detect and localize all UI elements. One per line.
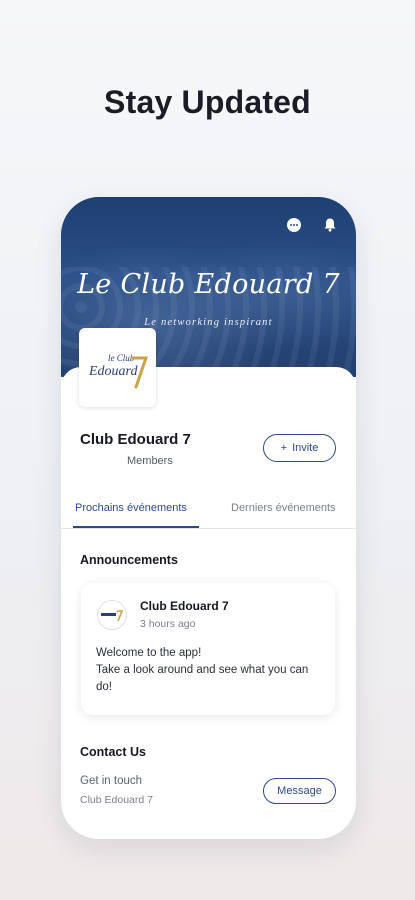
bell-icon[interactable]: [322, 217, 338, 233]
invite-button[interactable]: + Invite: [263, 434, 336, 462]
club-name: Club Edouard 7: [80, 431, 191, 448]
announcement-author: Club Edouard 7: [140, 599, 229, 613]
event-tabs: Prochains événements Derniers événements: [61, 493, 356, 529]
announcement-card[interactable]: Club Edouard 7 3 hours ago Welcome to th…: [81, 583, 335, 715]
active-tab-indicator: [73, 526, 199, 528]
club-logo-mark: le Club Edouard: [88, 353, 148, 388]
author-avatar: [97, 600, 127, 630]
club-logo: le Club Edouard: [79, 328, 156, 407]
announcement-time: 3 hours ago: [140, 618, 196, 630]
logo-text-main: Edouard: [88, 364, 138, 379]
tab-upcoming-events[interactable]: Prochains événements: [75, 502, 187, 514]
announcement-line-2: Take a look around and see what you can …: [96, 664, 309, 693]
phone-frame: Le Club Edouard 7 Le networking inspiran…: [61, 197, 356, 839]
announcement-body: Welcome to the app! Take a look around a…: [96, 645, 324, 696]
announcement-line-1: Welcome to the app!: [96, 647, 202, 659]
plus-icon: +: [280, 442, 288, 454]
hero-subtitle: Le networking inspirant: [144, 317, 273, 328]
members-label[interactable]: Members: [127, 455, 173, 467]
contact-title: Contact Us: [80, 745, 146, 759]
avatar-logo-icon: [101, 610, 124, 622]
hero-title: Le Club Edouard 7: [77, 269, 340, 300]
tab-past-events[interactable]: Derniers événements: [231, 502, 336, 514]
invite-label: Invite: [292, 442, 319, 454]
message-button[interactable]: Message: [263, 778, 336, 804]
page-headline: Stay Updated: [104, 84, 311, 120]
contact-club-name: Club Edouard 7: [80, 794, 153, 806]
announcements-title: Announcements: [80, 553, 178, 567]
chat-bubble-icon[interactable]: [286, 217, 302, 233]
contact-get-in-touch: Get in touch: [80, 775, 143, 787]
top-icons: [286, 217, 338, 233]
